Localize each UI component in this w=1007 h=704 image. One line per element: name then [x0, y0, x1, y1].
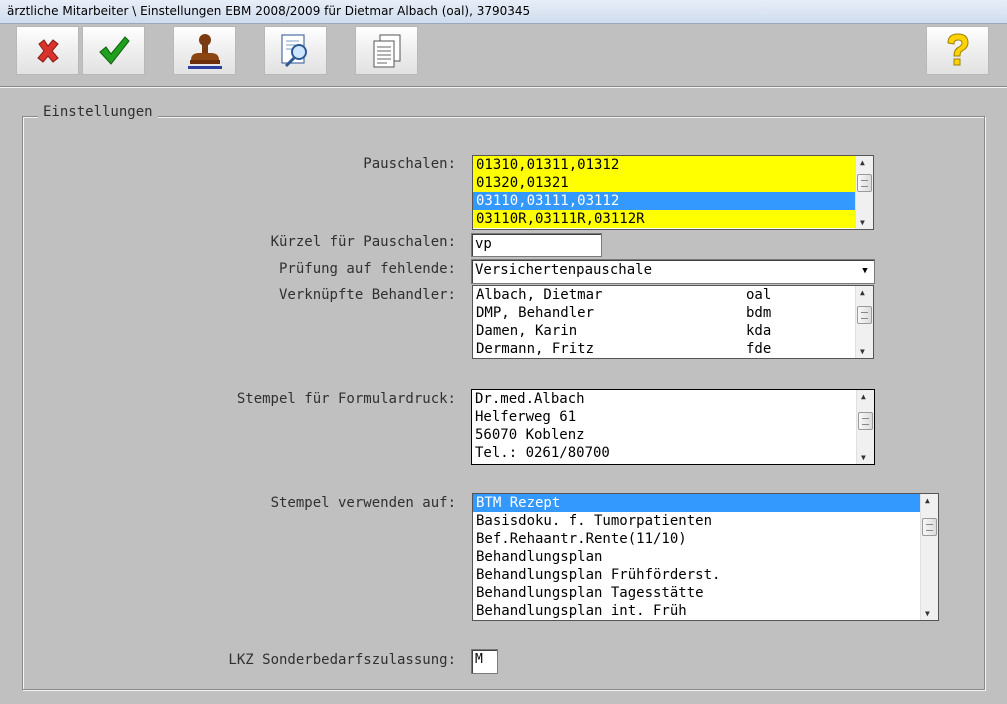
pauschalen-list-item-text: 01320,01321 — [476, 175, 569, 191]
behandler-code: bdm — [746, 305, 772, 321]
documents-button[interactable] — [355, 26, 418, 75]
stempel-verwenden-list-item[interactable]: Basisdoku. f. Tumorpatienten — [473, 512, 938, 530]
stempel-verwenden-list[interactable]: BTM Rezept Basisdoku. f. Tumorpatienten Be… — [472, 493, 939, 621]
stempel-scrollbar[interactable]: ▲ ▼ — [856, 390, 874, 464]
stempel-verwenden-list-item[interactable]: Behandlungsplan Frühförderst. — [473, 566, 938, 584]
stempel-line: Tel.: 0261/80700 — [475, 445, 610, 461]
behandler-code: oal — [746, 287, 772, 303]
stempel-verwenden-scrollbar[interactable]: ▲ ▼ — [920, 494, 938, 620]
pauschalen-list-item-text: 01310,01311,01312 — [476, 157, 620, 173]
stempel-verwenden-list-item[interactable]: BTM Rezept — [473, 494, 938, 512]
kuerzel-label: Kürzel für Pauschalen: — [270, 234, 456, 250]
pruefung-label: Prüfung auf fehlende: — [278, 261, 456, 277]
toolbar-separator — [0, 86, 1007, 88]
stempel-label: Stempel für Formulardruck: — [236, 391, 456, 407]
stempel-verwenden-label: Stempel verwenden auf: — [270, 495, 456, 511]
lkz-label: LKZ Sonderbedarfszulassung: — [228, 652, 456, 668]
lkz-value: M — [475, 652, 483, 667]
pauschalen-list-item-text: 03110R,03111R,03112R — [476, 211, 645, 227]
pauschalen-list-item[interactable]: 01310,01311,01312 — [473, 156, 873, 174]
scroll-up-icon[interactable]: ▲ — [860, 288, 865, 297]
pauschalen-scrollbar[interactable]: ▲ ▼ — [855, 156, 873, 229]
stempel-line: Helferweg 61 — [475, 409, 577, 425]
help-button[interactable] — [926, 26, 989, 75]
behandler-list-item[interactable]: DMP, Behandler bdm — [473, 304, 873, 322]
scroll-down-icon[interactable]: ▼ — [860, 218, 865, 227]
behandler-list-item-text: DMP, Behandler — [476, 305, 595, 321]
behandler-list-item[interactable]: Damen, Karin kda — [473, 322, 873, 340]
stempel-verwenden-list-item-text: Behandlungsplan — [476, 549, 603, 565]
confirm-button[interactable] — [82, 26, 145, 75]
pruefung-dropdown[interactable]: Versichertenpauschale ▼ — [471, 259, 875, 284]
stamp-icon — [187, 33, 222, 69]
stempel-verwenden-list-item-text: BTM Rezept — [476, 495, 561, 511]
stempel-verwenden-list-item-text: Behandlungsplan Tagesstätte — [476, 585, 704, 601]
checkmark-icon — [98, 35, 130, 65]
stempel-verwenden-list-item-text: Behandlungsplan Frühförderst. — [476, 567, 721, 583]
cancel-button[interactable] — [16, 26, 79, 75]
settings-group-title: Einstellungen — [38, 104, 158, 120]
stempel-verwenden-list-item-text: Basisdoku. f. Tumorpatienten — [476, 513, 713, 529]
behandler-list-item-text: Dermann, Fritz — [476, 341, 595, 357]
behandler-list-item[interactable]: Dermann, Fritz fde — [473, 340, 873, 358]
stempel-textarea[interactable]: Dr.med.Albach Helferweg 61 56070 Koblenz Te… — [471, 389, 875, 465]
window-title: ärztliche Mitarbeiter \ Einstellungen EB… — [7, 4, 531, 18]
pauschalen-label: Pauschalen: — [363, 156, 456, 172]
lkz-input[interactable]: M — [471, 649, 498, 674]
stempel-verwenden-list-item-text: Bef.Rehaantr.Rente(11/10) — [476, 531, 687, 547]
stempel-verwenden-list-item[interactable]: Behandlungsplan Tagesstätte — [473, 584, 938, 602]
behandler-code: fde — [746, 341, 772, 357]
scroll-up-icon[interactable]: ▲ — [925, 496, 930, 505]
toolbar — [0, 24, 1007, 82]
behandler-list-item-text: Damen, Karin — [476, 323, 578, 339]
document-search-icon — [280, 33, 307, 67]
scroll-down-icon[interactable]: ▼ — [925, 609, 930, 618]
scroll-thumb[interactable] — [858, 412, 873, 430]
pruefung-value: Versichertenpauschale — [475, 262, 653, 278]
scroll-up-icon[interactable]: ▲ — [860, 158, 865, 167]
pauschalen-list-item-text: 03110,03111,03112 — [476, 193, 620, 209]
cancel-x-icon — [36, 38, 59, 63]
scroll-thumb[interactable] — [922, 518, 937, 536]
behandler-list-item-text: Albach, Dietmar — [476, 287, 603, 303]
stempel-verwenden-list-item-text: Behandlungsplan int. Früh — [476, 603, 687, 619]
stempel-line: 56070 Koblenz — [475, 427, 585, 443]
window-titlebar: ärztliche Mitarbeiter \ Einstellungen EB… — [0, 0, 1007, 24]
scroll-up-icon[interactable]: ▲ — [861, 392, 866, 401]
stempel-verwenden-list-item[interactable]: Bef.Rehaantr.Rente(11/10) — [473, 530, 938, 548]
pauschalen-list[interactable]: 01310,01311,01312 01320,01321 03110,03111,… — [472, 155, 874, 230]
pauschalen-list-item[interactable]: 03110,03111,03112 — [473, 192, 873, 210]
behandler-list-item[interactable]: Albach, Dietmar oal — [473, 286, 873, 304]
preview-button[interactable] — [264, 26, 327, 75]
behandler-scrollbar[interactable]: ▲ ▼ — [855, 286, 873, 358]
help-question-icon — [946, 32, 969, 65]
chevron-down-icon[interactable]: ▼ — [858, 263, 872, 279]
behandler-code: kda — [746, 323, 772, 339]
behandler-list[interactable]: Albach, Dietmar oal DMP, Behandler bdm Damen… — [472, 285, 874, 359]
stamp-button[interactable] — [173, 26, 236, 75]
behandler-label: Verknüpfte Behandler: — [278, 287, 456, 303]
scroll-thumb[interactable] — [857, 174, 872, 192]
scroll-down-icon[interactable]: ▼ — [860, 347, 865, 356]
scroll-thumb[interactable] — [857, 306, 872, 324]
pauschalen-list-item[interactable]: 01320,01321 — [473, 174, 873, 192]
documents-icon — [373, 34, 400, 67]
pauschalen-list-item[interactable]: 03110R,03111R,03112R — [473, 210, 873, 228]
scroll-down-icon[interactable]: ▼ — [861, 453, 866, 462]
kuerzel-value: vp — [475, 236, 492, 252]
stempel-line: Dr.med.Albach — [475, 391, 585, 407]
stempel-verwenden-list-item[interactable]: Behandlungsplan int. Früh — [473, 602, 938, 620]
kuerzel-input[interactable]: vp — [471, 233, 602, 257]
stempel-verwenden-list-item[interactable]: Behandlungsplan — [473, 548, 938, 566]
